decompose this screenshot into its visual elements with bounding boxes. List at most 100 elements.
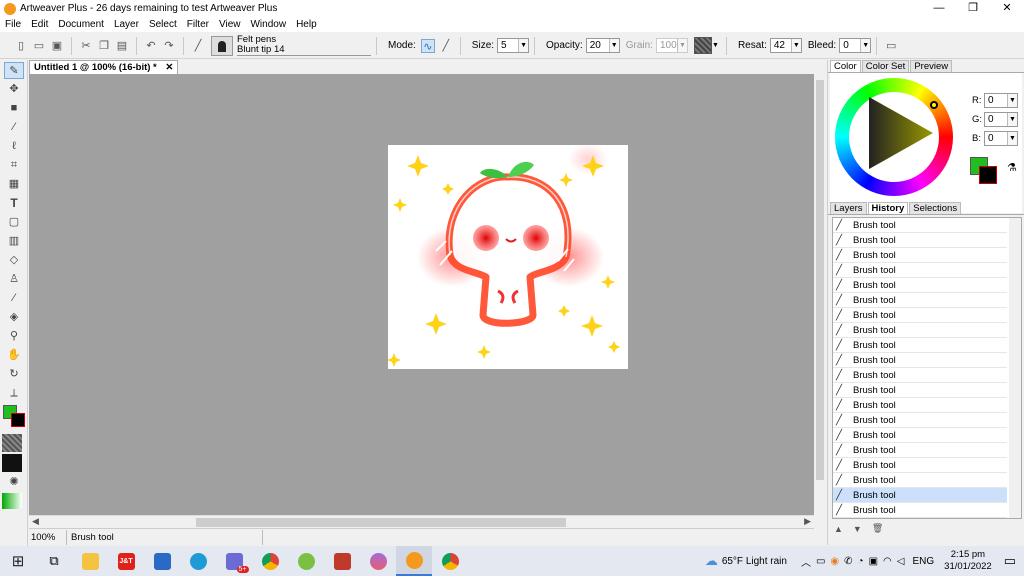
brush-tool-icon[interactable]: ✎ [4, 62, 24, 79]
copy-icon[interactable]: ❐ [97, 39, 111, 53]
dropdown-arrow-icon[interactable]: ▼ [1007, 132, 1017, 145]
move-tool-icon[interactable]: ✥ [4, 81, 24, 98]
cut-icon[interactable]: ✂ [79, 39, 93, 53]
history-item[interactable]: ╱ Brush tool [833, 383, 1007, 398]
history-item[interactable]: ╱ Brush tool [833, 398, 1007, 413]
taskbar-maps[interactable] [288, 546, 324, 576]
vertical-scrollbar[interactable] [814, 60, 826, 515]
brush-selector[interactable]: Felt pens Blunt tip 14 [211, 35, 371, 56]
hue-marker[interactable] [930, 101, 938, 109]
eraser-icon[interactable]: ◇ [4, 252, 24, 269]
history-item[interactable]: ╱ Brush tool [833, 338, 1007, 353]
taskbar-chrome-2[interactable] [432, 546, 468, 576]
start-button[interactable]: ⊞ [0, 546, 36, 576]
dropdown-arrow-icon[interactable]: ▼ [712, 42, 721, 49]
save-icon[interactable]: ▣ [50, 39, 64, 53]
panel-background-swatch[interactable] [979, 166, 997, 184]
weather-text[interactable]: 65°F Light rain [722, 556, 787, 567]
dropdown-arrow-icon[interactable]: ▼ [518, 39, 529, 52]
reset-tool-icon[interactable]: ▭ [884, 39, 898, 53]
horizontal-scroll-thumb[interactable] [196, 518, 566, 527]
color-swatches[interactable] [2, 404, 26, 428]
wifi-icon[interactable]: ◠ [883, 556, 892, 567]
step-back-icon[interactable]: ▲ [834, 524, 843, 534]
tab-history[interactable]: History [867, 202, 909, 214]
dropdown-arrow-icon[interactable]: ▼ [1007, 113, 1017, 126]
opacity-field[interactable]: 20 ▼ [585, 38, 620, 53]
close-tab-icon[interactable]: ✕ [165, 62, 173, 73]
history-item[interactable]: ╱ Brush tool [833, 218, 1007, 233]
taskbar-chrome[interactable] [252, 546, 288, 576]
pattern-icon[interactable] [2, 454, 22, 472]
delete-history-icon[interactable]: 🗑 [872, 523, 883, 534]
dropdown-arrow-icon[interactable]: ▼ [860, 39, 871, 52]
hand-tool-icon[interactable]: ✋ [4, 347, 24, 364]
shape-tool-icon[interactable]: ▢ [4, 214, 24, 231]
brush-icon[interactable]: ╱ [191, 39, 205, 53]
menu-filter[interactable]: Filter [182, 19, 214, 30]
redo-icon[interactable]: ↷ [162, 39, 176, 53]
paint-bucket-icon[interactable]: ◈ [4, 309, 24, 326]
r-field[interactable]: 0 ▼ [984, 93, 1018, 108]
tray-app-icon[interactable]: ◉ [830, 556, 839, 567]
tab-untitled-1[interactable]: Untitled 1 @ 100% (16-bit) * ✕ [29, 60, 179, 74]
eyedropper-icon[interactable]: ⚗ [1007, 161, 1017, 174]
straight-line-mode-icon[interactable]: ╱ [439, 39, 453, 53]
history-item[interactable]: ╱ Brush tool [833, 323, 1007, 338]
menu-view[interactable]: View [214, 19, 246, 30]
document-canvas[interactable] [387, 143, 628, 369]
dropdown-arrow-icon[interactable]: ▼ [790, 39, 801, 52]
history-item[interactable]: ╱ Brush tool [833, 308, 1007, 323]
menu-help[interactable]: Help [291, 19, 322, 30]
paper-texture-icon[interactable] [2, 434, 22, 452]
vertical-scroll-thumb[interactable] [816, 80, 824, 480]
tab-layers[interactable]: Layers [830, 202, 867, 214]
background-color-swatch[interactable] [11, 413, 25, 427]
history-scrollbar[interactable] [1009, 218, 1021, 518]
canvas-workspace[interactable] [29, 74, 814, 515]
lasso-icon[interactable]: ℓ [4, 138, 24, 155]
horizontal-scrollbar[interactable]: ◀ ▶ [29, 515, 814, 528]
dropdown-arrow-icon[interactable]: ▼ [1007, 94, 1017, 107]
history-item[interactable]: ╱ Brush tool [833, 473, 1007, 488]
history-item[interactable]: ╱ Brush tool [833, 263, 1007, 278]
crop-icon[interactable]: ⌗ [4, 157, 24, 174]
grid-icon[interactable]: ▦ [4, 176, 24, 193]
history-item[interactable]: ╱ Brush tool [833, 458, 1007, 473]
history-item[interactable]: ╱ Brush tool [833, 413, 1007, 428]
menu-window[interactable]: Window [245, 19, 291, 30]
tray-app-icon[interactable]: ▣ [869, 556, 878, 567]
notifications-icon[interactable]: ▭ [1004, 553, 1016, 569]
freehand-mode-icon[interactable]: ∿ [420, 38, 435, 53]
history-item[interactable]: ╱ Brush tool [833, 488, 1007, 503]
paste-icon[interactable]: ▤ [115, 39, 129, 53]
brush-preview-icon[interactable] [211, 35, 233, 56]
bleed-field[interactable]: 0 ▼ [839, 38, 872, 53]
zoom-icon[interactable]: ⚲ [4, 328, 24, 345]
size-field[interactable]: 5 ▼ [497, 38, 530, 53]
paper-texture-swatch[interactable] [693, 37, 712, 54]
tab-selections[interactable]: Selections [909, 202, 962, 214]
g-field[interactable]: 0 ▼ [984, 112, 1018, 127]
task-view-button[interactable]: ⧉ [36, 546, 72, 576]
open-folder-icon[interactable]: ▭ [32, 39, 46, 53]
new-file-icon[interactable]: ▯ [14, 39, 28, 53]
history-item[interactable]: ╱ Brush tool [833, 293, 1007, 308]
minimize-button[interactable]: — [922, 0, 956, 17]
zoom-level[interactable]: 100% [29, 529, 67, 545]
gradient-swatch[interactable] [2, 493, 22, 509]
taskbar-pc[interactable] [144, 546, 180, 576]
history-item[interactable]: ╱ Brush tool [833, 248, 1007, 263]
history-item[interactable]: ╱ Brush tool [833, 278, 1007, 293]
history-item[interactable]: ╱ Brush tool [833, 353, 1007, 368]
scroll-left-icon[interactable]: ◀ [32, 516, 39, 527]
eyedropper-icon[interactable]: ⁄ [4, 290, 24, 307]
gradient-icon[interactable]: ▥ [4, 233, 24, 250]
undo-icon[interactable]: ↶ [144, 39, 158, 53]
taskbar-drop[interactable] [360, 546, 396, 576]
resat-field[interactable]: 42 ▼ [769, 38, 802, 53]
tab-color-set[interactable]: Color Set [861, 60, 910, 72]
language-indicator[interactable]: ENG [912, 556, 934, 567]
transform-icon[interactable]: ⟂ [4, 385, 24, 402]
history-item[interactable]: ╱ Brush tool [833, 428, 1007, 443]
